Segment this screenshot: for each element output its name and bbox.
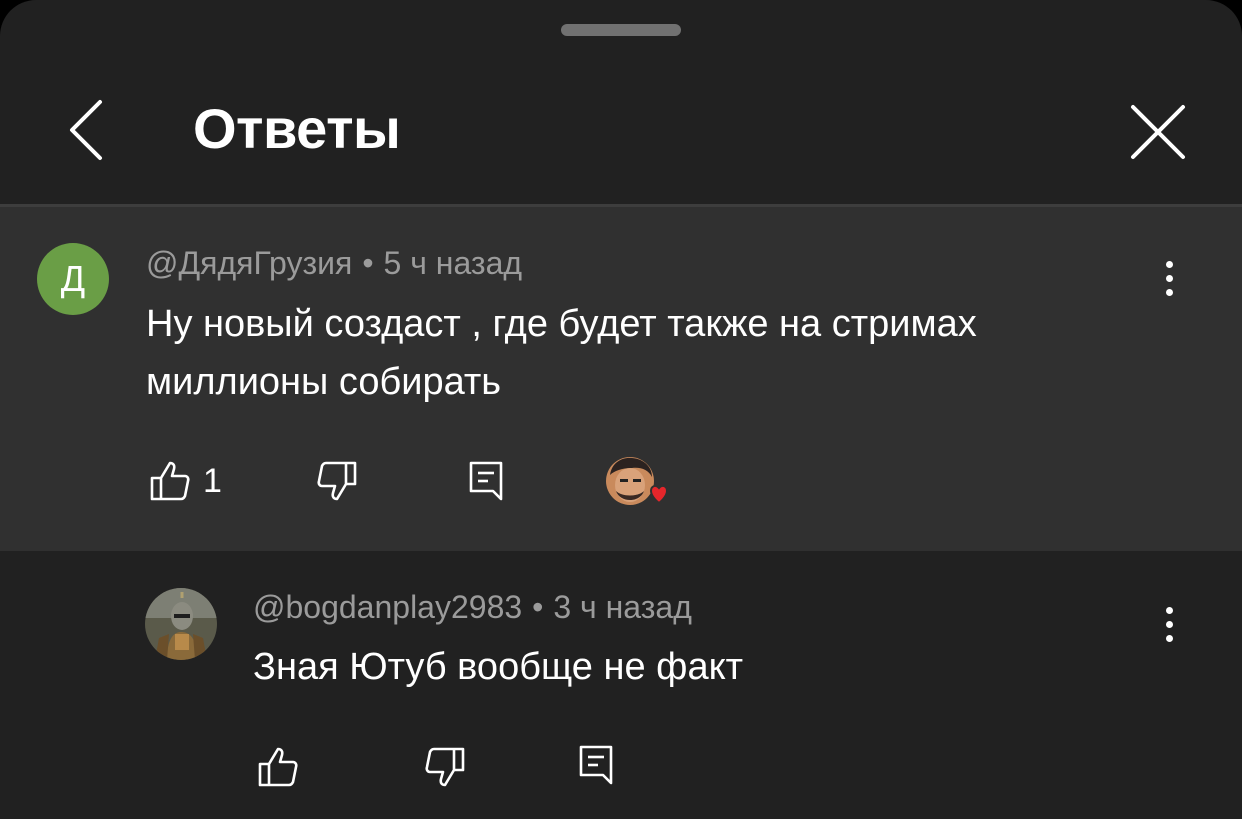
like-count: 1 — [203, 462, 222, 500]
meta-separator: • — [532, 589, 544, 625]
reply-button[interactable] — [572, 741, 620, 789]
page-title: Ответы — [193, 97, 401, 160]
back-button[interactable] — [56, 94, 116, 166]
close-icon — [1131, 105, 1185, 159]
more-vert-icon — [1165, 606, 1173, 614]
thumb-down-icon — [425, 747, 465, 787]
meta-separator: • — [362, 245, 374, 281]
comment-text-line: миллионы собирать — [146, 361, 502, 403]
reply-icon — [579, 745, 613, 785]
dislike-button[interactable] — [313, 457, 361, 505]
thumb-up-icon — [258, 747, 298, 787]
drag-handle[interactable] — [561, 24, 681, 36]
close-button[interactable] — [1122, 96, 1194, 168]
reply-icon — [469, 461, 503, 501]
comment-text: Ну новый создаст , где будет также на ст… — [146, 295, 977, 411]
comment-meta: @ДядяГрузия • 5 ч назад — [146, 245, 522, 282]
comment-time[interactable]: 5 ч назад — [384, 245, 523, 281]
avatar[interactable]: Д — [37, 243, 109, 315]
dislike-button[interactable] — [421, 743, 469, 791]
more-vert-icon — [1165, 260, 1173, 268]
creator-heart-icon — [606, 457, 669, 505]
comment-text-line: Зная Ютуб вообще не факт — [253, 646, 744, 688]
parent-comment: Д @ДядяГрузия • 5 ч назад Ну новый создаст… — [0, 207, 1242, 551]
more-button[interactable] — [1149, 594, 1189, 654]
comment-text: Зная Ютуб вообще не факт — [253, 638, 743, 696]
avatar-image — [145, 588, 217, 660]
reply-button[interactable] — [462, 457, 510, 505]
creator-heart — [604, 455, 670, 513]
avatar-letter: Д — [60, 258, 86, 299]
comment-meta: @bogdanplay2983 • 3 ч назад — [253, 589, 692, 626]
replies-sheet: Ответы Д @ДядяГрузия • 5 ч назад Ну новый … — [0, 0, 1242, 819]
like-button[interactable] — [254, 743, 302, 791]
thumb-down-icon — [317, 461, 357, 501]
avatar[interactable] — [145, 588, 217, 660]
comment-time[interactable]: 3 ч назад — [553, 589, 692, 625]
more-button[interactable] — [1149, 248, 1189, 308]
replies-header: Ответы — [0, 60, 1242, 204]
comment-author[interactable]: @ДядяГрузия — [146, 245, 352, 281]
like-button[interactable] — [146, 457, 194, 505]
comment-author[interactable]: @bogdanplay2983 — [253, 589, 522, 625]
chevron-left-icon — [70, 100, 102, 160]
thumb-up-icon — [150, 461, 190, 501]
comment-text-line: Ну новый создаст , где будет также на ст… — [146, 303, 977, 345]
